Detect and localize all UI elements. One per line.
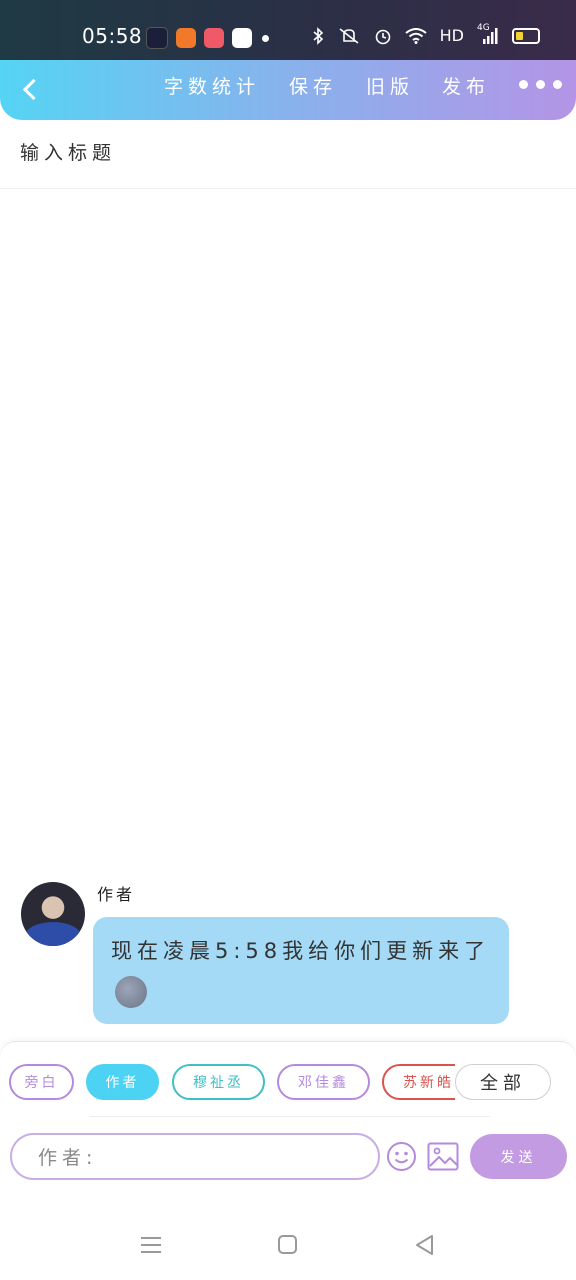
system-icons: HD 4G xyxy=(312,23,540,45)
notification-dot xyxy=(262,34,269,42)
menu-icon[interactable] xyxy=(141,1236,161,1254)
editor-toolbar: 字数统计 保存 旧版 发布 xyxy=(0,60,576,120)
notification-icons xyxy=(146,27,269,49)
role-chip-author[interactable]: 作者 xyxy=(86,1064,159,1100)
message-text: 现在凌晨5:58我给你们更新来了 xyxy=(111,939,491,963)
wifi-icon xyxy=(405,27,427,44)
home-icon[interactable] xyxy=(278,1235,297,1254)
baidu-icon xyxy=(232,28,252,48)
divider xyxy=(0,188,576,189)
back-button[interactable] xyxy=(18,74,46,106)
message-bubble[interactable]: 现在凌晨5:58我给你们更新来了 xyxy=(93,917,509,1024)
speaker-name: 作者 xyxy=(97,885,136,904)
moon-emoji-icon xyxy=(115,976,147,1008)
message-input[interactable]: 作者: xyxy=(10,1133,380,1180)
old-version-button[interactable]: 旧版 xyxy=(366,72,414,99)
network-type: HD xyxy=(439,26,464,45)
role-chip-mu-zhicheng[interactable]: 穆祉丞 xyxy=(172,1064,265,1100)
system-nav-bar xyxy=(0,1181,576,1280)
status-time: 05:58 xyxy=(82,24,143,48)
image-icon[interactable] xyxy=(427,1142,459,1171)
divider xyxy=(90,1116,490,1117)
alarm-icon xyxy=(375,29,390,44)
emoji-icon[interactable] xyxy=(386,1141,417,1172)
app-icon-pink xyxy=(204,28,224,48)
bluetooth-icon xyxy=(313,26,323,45)
role-chip-row: 旁白 作者 穆祉丞 邓佳鑫 苏新皓 xyxy=(9,1064,455,1102)
send-button[interactable]: 发送 xyxy=(470,1134,567,1179)
role-chip-su-xinhao[interactable]: 苏新皓 xyxy=(382,1064,455,1100)
app-icon-dark xyxy=(146,27,168,49)
publish-button[interactable]: 发布 xyxy=(442,72,490,99)
more-options-button[interactable] xyxy=(519,80,562,89)
app-icon-orange xyxy=(176,28,196,48)
role-chip-narrator[interactable]: 旁白 xyxy=(9,1064,74,1100)
avatar[interactable] xyxy=(21,882,85,946)
save-button[interactable]: 保存 xyxy=(289,72,337,99)
word-count-button[interactable]: 字数统计 xyxy=(164,72,260,99)
signal-icon: 4G xyxy=(477,23,499,45)
vibrate-icon xyxy=(339,27,359,44)
role-chip-deng-jiaxin[interactable]: 邓佳鑫 xyxy=(277,1064,370,1100)
back-triangle-icon[interactable] xyxy=(414,1234,436,1256)
status-bar: 05:58 HD 4G xyxy=(0,0,576,60)
battery-icon xyxy=(512,27,540,44)
title-input[interactable]: 输入标题 xyxy=(20,138,116,165)
all-roles-button[interactable]: 全部 xyxy=(455,1064,551,1100)
